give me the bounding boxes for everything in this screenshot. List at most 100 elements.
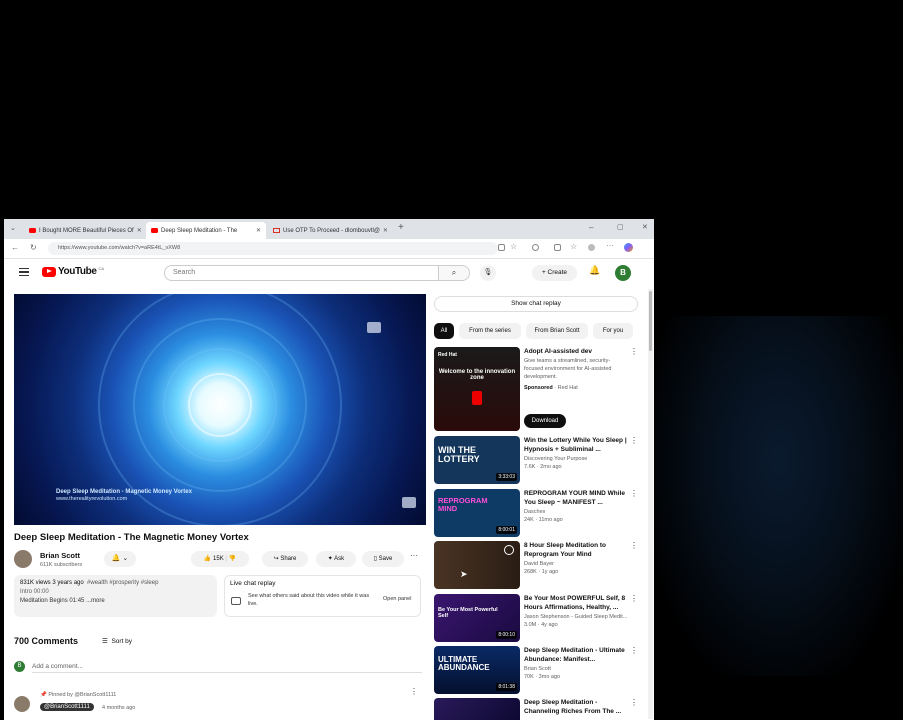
notifications-bell-icon[interactable]: 🔔 <box>589 265 600 276</box>
close-icon[interactable]: ✕ <box>256 227 261 234</box>
video-title[interactable]: Deep Sleep Meditation - Ultimate Abundan… <box>524 646 629 664</box>
more-icon[interactable]: ⋮ <box>630 489 638 498</box>
close-icon[interactable]: ✕ <box>137 227 142 234</box>
chevron-down-icon: ⌄ <box>122 555 129 562</box>
favorites-icon[interactable]: ☆ <box>570 242 577 251</box>
like-count[interactable]: 15K <box>213 556 224 562</box>
chip-from-brian-scott[interactable]: From Brian Scott <box>526 323 588 339</box>
refresh-page-icon[interactable] <box>532 244 539 251</box>
refresh-icon[interactable]: ↻ <box>30 243 37 252</box>
chip-for-you[interactable]: For you <box>593 323 633 339</box>
video-thumbnail[interactable]: Be Your Most Powerful Self 8:00:10 <box>434 594 520 642</box>
youtube-logo[interactable]: YouTube CA <box>42 266 104 277</box>
ad-title[interactable]: Adopt AI-assisted dev <box>524 347 629 356</box>
video-title[interactable]: REPROGRAM YOUR MIND While You Sleep ~ MA… <box>524 489 629 507</box>
more-link[interactable]: ...more <box>86 598 105 604</box>
download-button[interactable]: Download <box>524 414 566 428</box>
comments-count: 700 Comments <box>14 636 79 646</box>
more-icon[interactable]: ⋮ <box>630 646 638 655</box>
video-thumbnail[interactable] <box>434 698 520 720</box>
comment-author[interactable]: @BrianScott1111 <box>40 703 94 711</box>
ad-card[interactable]: Red Hat Welcome to the innovation zone A… <box>434 347 644 442</box>
tab-list-chevron-icon[interactable]: ⌄ <box>10 224 16 232</box>
more-icon[interactable]: ⋮ <box>630 436 638 445</box>
dislike-icon[interactable]: 👎 <box>229 556 236 562</box>
video-thumbnail[interactable]: WIN THE LOTTERY 3:33:03 <box>434 436 520 484</box>
minimize-button[interactable]: – <box>589 223 593 232</box>
star-icon[interactable]: ☆ <box>510 242 517 251</box>
more-icon[interactable]: ⋮ <box>630 347 638 356</box>
more-icon[interactable]: ⋮ <box>630 698 638 707</box>
video-channel[interactable]: Discovering Your Purpose <box>524 456 587 462</box>
channel-name[interactable]: Brian Scott <box>40 551 80 560</box>
copilot-icon[interactable] <box>624 243 633 252</box>
more-menu-icon[interactable]: ··· <box>606 241 614 250</box>
subscribed-bell-button[interactable]: 🔔 ⌄ <box>104 551 136 567</box>
video-channel[interactable]: Brian Scott <box>524 666 551 672</box>
show-chat-replay-button[interactable]: Show chat replay <box>434 296 638 312</box>
extensions-icon[interactable] <box>554 244 561 251</box>
video-title[interactable]: 8 Hour Sleep Meditation to Reprogram You… <box>524 541 629 559</box>
ad-thumbnail[interactable]: Red Hat Welcome to the innovation zone <box>434 347 520 431</box>
tab-3[interactable]: Use OTP To Proceed - dlombouvtl@ ✕ <box>268 222 390 239</box>
recommended-video[interactable]: Be Your Most Powerful Self 8:00:10 Be Yo… <box>434 594 644 644</box>
video-title[interactable]: Deep Sleep Meditation - Channeling Riche… <box>524 698 629 716</box>
reader-icon[interactable] <box>498 244 505 251</box>
more-icon[interactable]: ⋮ <box>630 541 638 550</box>
video-thumbnail[interactable]: ➤ <box>434 541 520 589</box>
live-chat-description: See what others said about this video wh… <box>248 593 370 607</box>
back-icon[interactable]: ← <box>11 243 19 252</box>
scrollbar-thumb[interactable] <box>649 291 652 351</box>
like-icon[interactable]: 👍 <box>204 556 211 562</box>
create-button[interactable]: + Create <box>532 265 577 281</box>
video-thumbnail[interactable]: REPROGRAM MIND 8:00:01 <box>434 489 520 537</box>
comment-time[interactable]: 4 months ago <box>102 705 135 711</box>
maximize-button[interactable]: ▢ <box>617 223 624 231</box>
recommended-video[interactable]: ➤ 8 Hour Sleep Meditation to Reprogram Y… <box>434 541 644 591</box>
video-thumbnail[interactable]: ULTIMATE ABUNDANCE 8:01:38 <box>434 646 520 694</box>
page-scrollbar[interactable] <box>648 289 653 719</box>
recommended-video[interactable]: WIN THE LOTTERY 3:33:03 Win the Lottery … <box>434 436 644 486</box>
profile-icon[interactable] <box>588 244 595 251</box>
chip-all[interactable]: All <box>434 323 454 339</box>
url-field[interactable]: https://www.youtube.com/watch?v=aRE4tL_v… <box>48 242 498 255</box>
comment-more-icon[interactable]: ⋮ <box>410 687 418 696</box>
more-icon[interactable]: ⋮ <box>630 594 638 603</box>
more-actions-icon[interactable]: ··· <box>410 551 418 560</box>
recommended-video[interactable]: Deep Sleep Meditation - Channeling Riche… <box>434 698 644 720</box>
voice-search-button[interactable]: 🎙 <box>480 265 496 281</box>
duration-badge: 8:00:01 <box>496 526 517 534</box>
video-player[interactable]: Deep Sleep Meditation - Magnetic Money V… <box>14 294 426 525</box>
open-panel-button[interactable]: Open panel <box>383 596 411 602</box>
menu-icon[interactable] <box>19 268 29 276</box>
commenter-avatar[interactable] <box>14 696 30 712</box>
video-channel[interactable]: David Bayer <box>524 561 554 567</box>
description-box[interactable]: 831K views 3 years ago #wealth #prosperi… <box>14 575 217 617</box>
subscriber-count: 611K subscribers <box>40 562 83 568</box>
new-tab-button[interactable]: + <box>398 222 404 233</box>
share-button[interactable]: ↪ Share <box>262 551 308 567</box>
ad-sponsor: Sponsored · Red Hat <box>524 385 578 391</box>
sort-by-button[interactable]: ☰ Sort by <box>102 637 132 645</box>
pinned-text: Pinned by @BrianScott1111 <box>48 692 117 698</box>
ask-button[interactable]: ✦ Ask <box>316 551 356 567</box>
chip-from-the-series[interactable]: From the series <box>459 323 521 339</box>
video-title[interactable]: Be Your Most POWERFUL Self, 8 Hours Affi… <box>524 594 629 612</box>
hashtags[interactable]: #wealth #prosperity #sleep <box>87 580 158 586</box>
recommended-video[interactable]: ULTIMATE ABUNDANCE 8:01:38 Deep Sleep Me… <box>434 646 644 696</box>
address-bar: ← ↻ https://www.youtube.com/watch?v=aRE4… <box>4 239 654 259</box>
tab-2[interactable]: Deep Sleep Meditation - The ✕ <box>146 222 266 239</box>
video-channel[interactable]: Jason Stephenson - Guided Sleep Medit... <box>524 614 627 620</box>
recommended-video[interactable]: REPROGRAM MIND 8:00:01 REPROGRAM YOUR MI… <box>434 489 644 539</box>
channel-avatar[interactable] <box>14 550 32 568</box>
account-avatar[interactable]: B <box>615 265 631 281</box>
add-comment-input[interactable]: Add a comment... <box>32 663 422 673</box>
video-title[interactable]: Win the Lottery While You Sleep | Hypnos… <box>524 436 629 454</box>
save-button[interactable]: ▯ Save <box>362 551 404 567</box>
search-button[interactable]: ⌕ <box>438 265 470 281</box>
close-icon[interactable]: ✕ <box>383 227 388 234</box>
window-close-button[interactable]: ✕ <box>642 223 648 231</box>
search-input[interactable]: Search <box>164 265 439 281</box>
video-channel[interactable]: Daschex <box>524 509 545 515</box>
tab-1[interactable]: I Bought MORE Beautiful Pieces Of ✕ <box>24 222 144 239</box>
